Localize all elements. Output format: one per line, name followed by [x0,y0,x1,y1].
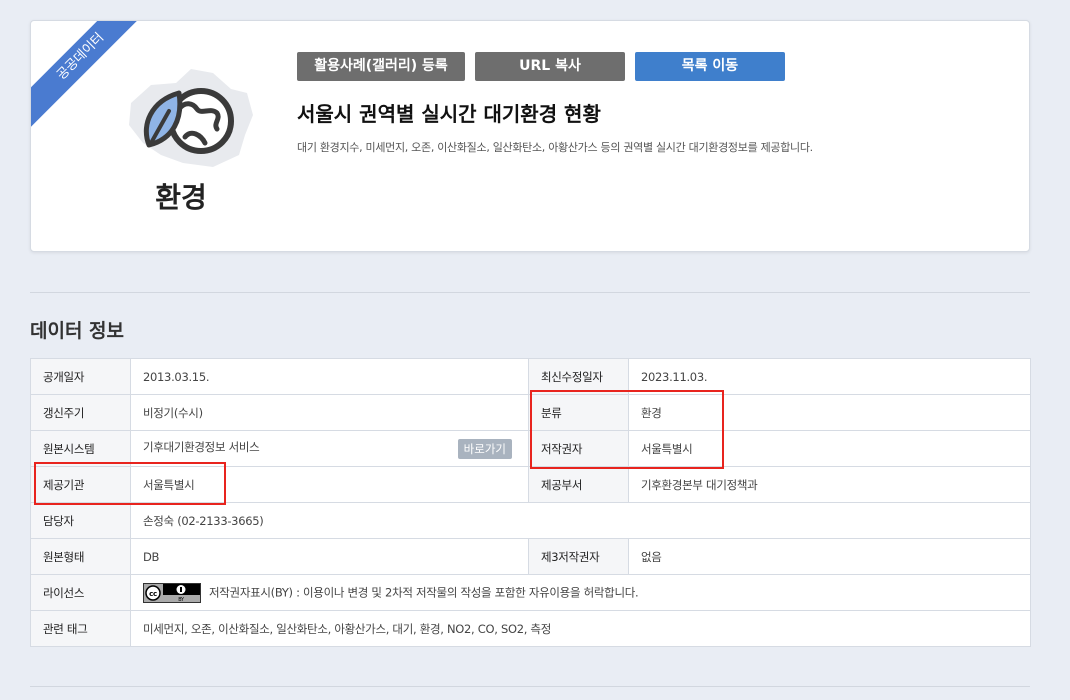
classification-label: 분류 [528,394,629,431]
tags-value: 미세먼지, 오존, 이산화질소, 일산화탄소, 아황산가스, 대기, 환경, N… [130,610,1031,647]
table-row: 제공기관 서울특별시 제공부서 기후환경본부 대기정책과 [30,466,1031,503]
source-system-label: 원본시스템 [30,430,131,467]
third-party-value: 없음 [628,538,1031,575]
dataset-title: 서울시 권역별 실시간 대기환경 현황 [297,102,601,126]
table-row: 갱신주기 비정기(수시) 분류 환경 [30,394,1031,431]
category-label: 환경 [155,181,207,214]
cc-by-license-icon: cc BY [143,582,201,603]
tags-label: 관련 태그 [30,610,131,647]
provider-value: 서울특별시 [130,466,529,503]
bottom-divider [30,686,1030,687]
update-cycle-label: 갱신주기 [30,394,131,431]
table-row: 라이선스 cc BY 저작권자표시(BY) : 이용이나 변경 및 2차적 저작… [30,574,1031,611]
update-cycle-value: 비정기(수시) [130,394,529,431]
original-format-label: 원본형태 [30,538,131,575]
table-row: 담당자 손정숙 (02-2133-3665) [30,502,1031,539]
register-gallery-button[interactable]: 활용사례(갤러리) 등록 [297,52,465,81]
go-to-source-button[interactable]: 바로가기 [457,438,512,459]
source-system-value: 기후대기환경정보 서비스 [143,439,260,454]
third-party-label: 제3저작권자 [528,538,629,575]
table-row: 공개일자 2013.03.15. 최신수정일자 2023.11.03. [30,358,1031,395]
manager-label: 담당자 [30,502,131,539]
license-value: 저작권자표시(BY) : 이용이나 변경 및 2차적 저작물의 작성을 포함한 … [209,585,639,599]
open-date-label: 공개일자 [30,358,131,395]
dataset-description: 대기 환경지수, 미세먼지, 오존, 이산화질소, 일산화탄소, 아황산가스 등… [297,141,813,154]
license-label: 라이선스 [30,574,131,611]
department-label: 제공부서 [528,466,629,503]
department-value: 기후환경본부 대기정책과 [628,466,1031,503]
section-title: 데이터 정보 [30,320,125,342]
section-divider [30,292,1030,293]
go-to-list-button[interactable]: 목록 이동 [635,52,785,81]
copyright-holder-label: 저작권자 [528,430,629,467]
manager-value: 손정숙 (02-2133-3665) [130,502,1031,539]
license-cell: cc BY 저작권자표시(BY) : 이용이나 변경 및 2차적 저작물의 작성… [130,574,1031,611]
copyright-holder-value: 서울특별시 [628,430,1031,467]
table-row: 관련 태그 미세먼지, 오존, 이산화질소, 일산화탄소, 아황산가스, 대기,… [30,610,1031,647]
earth-leaf-icon [129,69,253,167]
url-copy-button[interactable]: URL 복사 [475,52,625,81]
table-row: 원본시스템 기후대기환경정보 서비스 바로가기 저작권자 서울특별시 [30,430,1031,467]
modified-date-value: 2023.11.03. [628,358,1031,395]
data-info-table: 공개일자 2013.03.15. 최신수정일자 2023.11.03. 갱신주기… [30,358,1031,647]
table-row: 원본형태 DB 제3저작권자 없음 [30,538,1031,575]
modified-date-label: 최신수정일자 [528,358,629,395]
source-system-cell: 기후대기환경정보 서비스 바로가기 [130,430,529,467]
provider-label: 제공기관 [30,466,131,503]
dataset-header-card: 공공데이터 환경 활용사례(갤러리) 등록 URL 복사 목록 이동 서울시 권… [30,20,1030,252]
original-format-value: DB [130,538,529,575]
open-date-value: 2013.03.15. [130,358,529,395]
classification-value: 환경 [628,394,1031,431]
svg-text:cc: cc [149,590,157,598]
